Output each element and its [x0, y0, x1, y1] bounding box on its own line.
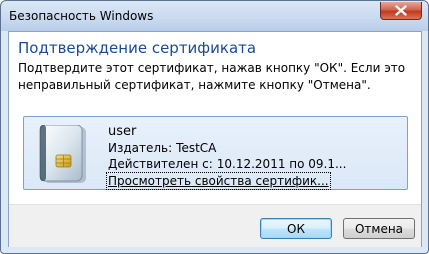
properties-link-row: Просмотреть свойства сертифик...: [106, 172, 346, 190]
certificate-details: user Издатель: TestCA Действителен с: 10.1…: [106, 124, 346, 190]
smart-card-certificate-icon: [39, 125, 86, 183]
certificate-validity: Действителен с: 10.12.2011 по 09.1...: [108, 156, 346, 172]
cancel-button[interactable]: Отмена: [343, 218, 415, 239]
window-title: Безопасность Windows: [9, 9, 154, 23]
certificate-issuer: Издатель: TestCA: [108, 140, 346, 156]
button-bar: ОК Отмена: [9, 204, 421, 247]
title-bar[interactable]: Безопасность Windows: [1, 1, 428, 31]
instruction-line-2: неправильный сертификат, нажмите кнопку …: [18, 78, 371, 92]
view-certificate-properties-link[interactable]: Просмотреть свойства сертифик...: [106, 172, 331, 190]
validity-label: Действителен с:: [108, 157, 213, 171]
dialog-body: Подтверждение сертификата Подтвердите эт…: [8, 31, 422, 247]
security-dialog-window: Безопасность Windows Подтверждение серти…: [0, 0, 429, 254]
certificate-tile[interactable]: user Издатель: TestCA Действителен с: 10.1…: [23, 116, 408, 190]
close-button[interactable]: [380, 2, 422, 20]
close-icon: [395, 5, 407, 16]
issuer-value: TestCA: [176, 141, 217, 155]
instruction-line-1: Подтвердите этот сертификат, нажав кнопк…: [18, 61, 406, 75]
ok-button[interactable]: ОК: [260, 218, 332, 239]
dialog-heading: Подтверждение сертификата: [18, 39, 257, 57]
dialog-instruction: Подтвердите этот сертификат, нажав кнопк…: [18, 60, 406, 94]
validity-value: 10.12.2011 по 09.1...: [216, 157, 347, 171]
issuer-label: Издатель:: [108, 141, 173, 155]
certificate-subject: user: [108, 124, 137, 139]
